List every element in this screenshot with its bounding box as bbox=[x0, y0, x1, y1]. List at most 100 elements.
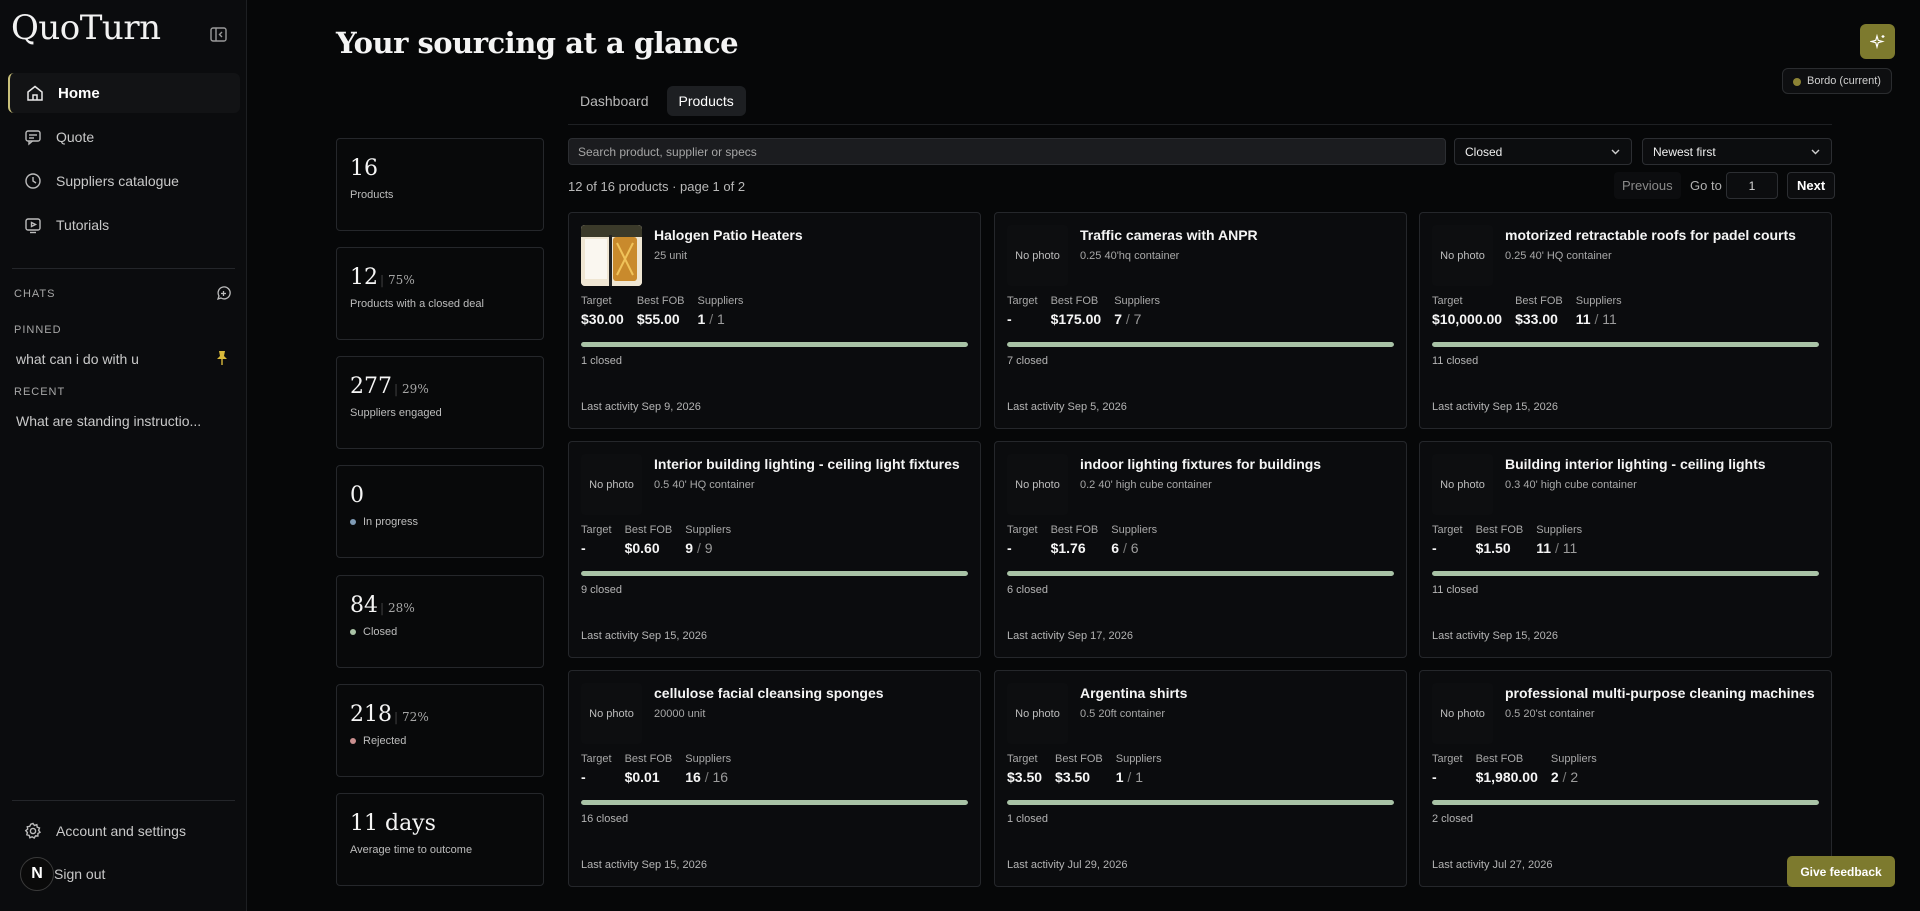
last-activity: Last activity Sep 17, 2026 bbox=[1007, 630, 1133, 642]
target-value: - bbox=[1432, 769, 1437, 785]
sort-select[interactable]: Newest first bbox=[1642, 138, 1832, 165]
stat-label: Closed bbox=[363, 626, 398, 638]
suppliers-total-count: 6 bbox=[1130, 540, 1139, 556]
product-card[interactable]: No photo Argentina shirts 0.5 20ft contain… bbox=[994, 670, 1407, 887]
nav-item-tutorials[interactable]: Tutorials bbox=[8, 205, 240, 245]
target-value: - bbox=[1007, 540, 1012, 556]
ai-assistant-button[interactable] bbox=[1860, 24, 1895, 59]
suppliers-label: Suppliers bbox=[1550, 753, 1597, 765]
recent-chat-item[interactable]: What are standing instructio... bbox=[16, 413, 201, 429]
nav-item-quote[interactable]: Quote bbox=[8, 117, 240, 157]
product-name[interactable]: Traffic cameras with ANPR bbox=[1080, 227, 1258, 243]
last-activity: Last activity Sep 9, 2026 bbox=[581, 401, 701, 413]
avatar[interactable]: N bbox=[20, 857, 54, 891]
give-feedback-button[interactable]: Give feedback bbox=[1787, 856, 1895, 887]
page-number-input[interactable]: 1 bbox=[1726, 172, 1778, 199]
home-icon bbox=[27, 85, 43, 101]
best-fob-label: Best FOB bbox=[636, 295, 685, 307]
status-dot bbox=[1793, 78, 1801, 86]
stat-value: 218 bbox=[350, 702, 392, 727]
last-activity: Last activity Sep 5, 2026 bbox=[1007, 401, 1127, 413]
closed-count: 6 closed bbox=[1007, 584, 1048, 596]
stat-percent: 72% bbox=[394, 710, 429, 724]
closed-count: 2 closed bbox=[1432, 813, 1473, 825]
product-name[interactable]: Interior building lighting - ceiling lig… bbox=[654, 456, 960, 472]
account-switcher[interactable]: Bordo (current) bbox=[1782, 68, 1892, 94]
product-card[interactable]: No photo indoor lighting fixtures for bui… bbox=[994, 441, 1407, 658]
product-metrics: Target $30.00 Best FOB $55.00 Suppliers 1 / 1 bbox=[581, 295, 744, 327]
product-name[interactable]: professional multi-purpose cleaning mach… bbox=[1505, 685, 1815, 701]
target-value: $30.00 bbox=[581, 311, 624, 327]
product-name[interactable]: Building interior lighting - ceiling lig… bbox=[1505, 456, 1766, 472]
product-name[interactable]: indoor lighting fixtures for buildings bbox=[1080, 456, 1321, 472]
product-card[interactable]: Halogen Patio Heaters 25 unit Target $30.00… bbox=[568, 212, 981, 429]
product-card[interactable]: No photo professional multi-purpose clean… bbox=[1419, 670, 1832, 887]
product-card[interactable]: No photo cellulose facial cleansing spong… bbox=[568, 670, 981, 887]
stat-card: 0 In progress bbox=[336, 465, 544, 558]
nav-item-label: Suppliers catalogue bbox=[56, 173, 179, 189]
stat-card: 21872% Rejected bbox=[336, 684, 544, 777]
pinned-chat-item[interactable]: what can i do with u bbox=[16, 351, 139, 367]
tab-dashboard[interactable]: Dashboard bbox=[568, 86, 661, 116]
nav-item-suppliers-catalogue[interactable]: Suppliers catalogue bbox=[8, 161, 240, 201]
product-metrics: Target $3.50 Best FOB $3.50 Suppliers 1 / 1 bbox=[1007, 753, 1162, 785]
best-fob-label: Best FOB bbox=[1515, 295, 1563, 307]
target-label: Target bbox=[581, 524, 612, 536]
best-fob-label: Best FOB bbox=[624, 524, 673, 536]
product-name[interactable]: cellulose facial cleansing sponges bbox=[654, 685, 884, 701]
product-name[interactable]: Halogen Patio Heaters bbox=[654, 227, 803, 243]
product-name[interactable]: Argentina shirts bbox=[1080, 685, 1187, 701]
progress-fill bbox=[1432, 800, 1819, 805]
best-fob-value: $0.01 bbox=[624, 769, 660, 785]
product-quantity: 0.5 40' HQ container bbox=[654, 479, 755, 491]
best-fob-value: $1.50 bbox=[1475, 540, 1511, 556]
divider bbox=[568, 124, 1832, 125]
best-fob-label: Best FOB bbox=[1055, 753, 1103, 765]
tab-products[interactable]: Products bbox=[666, 86, 746, 116]
app-logo[interactable]: QuoTurn bbox=[11, 8, 161, 48]
stat-label: Suppliers engaged bbox=[350, 407, 442, 419]
product-card[interactable]: No photo motorized retractable roofs for … bbox=[1419, 212, 1832, 429]
progress-fill bbox=[1432, 342, 1819, 347]
sidebar-collapse-icon[interactable] bbox=[210, 27, 227, 42]
divider bbox=[12, 268, 235, 269]
product-quantity: 0.2 40' high cube container bbox=[1080, 479, 1212, 491]
progress-bar bbox=[1007, 342, 1394, 347]
status-select-value: Closed bbox=[1465, 144, 1503, 159]
account-name: Bordo (current) bbox=[1807, 75, 1881, 87]
pin-icon[interactable] bbox=[216, 350, 228, 366]
stat-label: Products with a closed deal bbox=[350, 298, 484, 310]
account-settings-label: Account and settings bbox=[56, 823, 186, 839]
product-name[interactable]: motorized retractable roofs for padel co… bbox=[1505, 227, 1796, 243]
status-select[interactable]: Closed bbox=[1454, 138, 1632, 165]
stat-label: Average time to outcome bbox=[350, 844, 473, 856]
account-settings-link[interactable]: Account and settings bbox=[24, 822, 186, 840]
new-chat-icon[interactable] bbox=[216, 286, 231, 301]
previous-button[interactable]: Previous bbox=[1614, 172, 1681, 199]
stat-value: 11 days bbox=[350, 811, 436, 836]
product-card[interactable]: No photo Interior building lighting - cei… bbox=[568, 441, 981, 658]
stat-value: 16 bbox=[350, 156, 378, 181]
progress-fill bbox=[1432, 571, 1819, 576]
best-fob-label: Best FOB bbox=[624, 753, 673, 765]
target-value: - bbox=[581, 540, 586, 556]
progress-fill bbox=[581, 571, 968, 576]
sign-out-link[interactable]: Sign out bbox=[54, 866, 105, 882]
progress-fill bbox=[581, 800, 968, 805]
suppliers-label: Suppliers bbox=[685, 753, 732, 765]
nav-item-home[interactable]: Home bbox=[8, 73, 240, 113]
target-label: Target bbox=[1432, 753, 1463, 765]
view-tabs: Dashboard Products bbox=[568, 86, 746, 116]
target-label: Target bbox=[1007, 524, 1038, 536]
best-fob-value: $33.00 bbox=[1515, 311, 1558, 327]
progress-bar bbox=[1007, 571, 1394, 576]
next-button[interactable]: Next bbox=[1787, 172, 1836, 199]
best-fob-value: $1,980.00 bbox=[1475, 769, 1538, 785]
product-card[interactable]: No photo Building interior lighting - cei… bbox=[1419, 441, 1832, 658]
best-fob-label: Best FOB bbox=[1475, 753, 1524, 765]
closed-count: 11 closed bbox=[1432, 355, 1479, 367]
product-card[interactable]: No photo Traffic cameras with ANPR 0.25 40… bbox=[994, 212, 1407, 429]
search-input[interactable]: Search product, supplier or specs bbox=[568, 138, 1446, 165]
suppliers-closed-count: 11 bbox=[1575, 311, 1591, 327]
goto-label: Go to bbox=[1690, 178, 1722, 193]
